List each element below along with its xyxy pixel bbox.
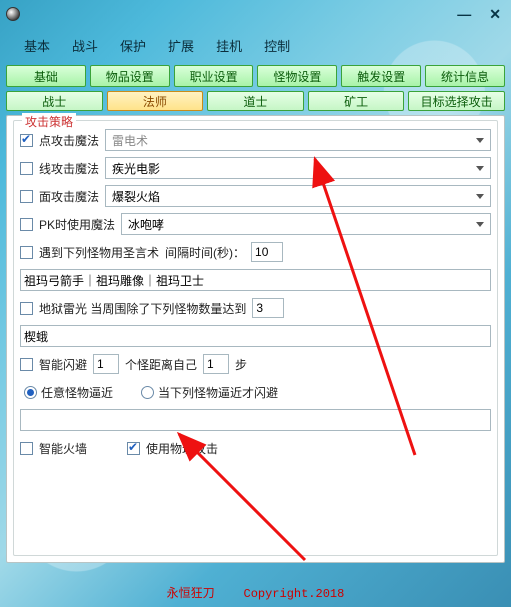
chevron-down-icon [474,162,486,174]
gbtn-trigger[interactable]: 触发设置 [341,65,421,87]
pk-magic-check[interactable] [20,218,33,231]
interval-label: 间隔时间(秒)： [165,244,245,261]
listed-monster-radio[interactable] [141,386,154,399]
gbtn-stats[interactable]: 统计信息 [425,65,505,87]
subtab-target[interactable]: 目标选择攻击 [408,91,505,111]
line-magic-combo[interactable]: 疾光电影 [105,157,491,179]
sub-tabs: 战士 法师 道士 矿工 目标选择攻击 [0,91,511,115]
dodge-mid-label: 个怪距离自己 [125,356,197,373]
chevron-down-icon [474,134,486,146]
holyword-list-input[interactable] [20,269,491,291]
gbtn-base[interactable]: 基础 [6,65,86,87]
point-magic-label: 点攻击魔法 [39,132,99,149]
subtab-warrior[interactable]: 战士 [6,91,103,111]
smart-dodge-label: 智能闪避 [39,356,87,373]
tab-combat[interactable]: 战斗 [68,34,102,57]
close-button[interactable]: ✕ [485,6,505,23]
smart-firewall-check[interactable] [20,442,33,455]
interval-input[interactable] [251,242,283,262]
gbtn-class[interactable]: 职业设置 [174,65,254,87]
tab-idle[interactable]: 挂机 [212,34,246,57]
footer-brand: 永恒狂刀 [167,587,215,601]
gbtn-monster[interactable]: 怪物设置 [257,65,337,87]
area-magic-label: 面攻击魔法 [39,188,99,205]
holyword-check[interactable] [20,246,33,259]
any-monster-radio[interactable] [24,386,37,399]
tab-basic[interactable]: 基本 [20,34,54,57]
dodge-dist-input[interactable] [203,354,229,374]
dodge-suffix-label: 步 [235,356,247,373]
physical-attack-check[interactable] [127,442,140,455]
listed-monster-label: 当下列怪物逼近才闪避 [158,384,278,401]
tab-control[interactable]: 控制 [260,34,294,57]
dodge-list-input[interactable] [20,409,491,431]
minimize-button[interactable]: — [453,6,475,23]
line-magic-label: 线攻击魔法 [39,160,99,177]
subtab-mage[interactable]: 法师 [107,91,204,111]
area-magic-combo[interactable]: 爆裂火焰 [105,185,491,207]
subtab-taoist[interactable]: 道士 [207,91,304,111]
green-buttons: 基础 物品设置 职业设置 怪物设置 触发设置 统计信息 [0,65,511,91]
chevron-down-icon [474,218,486,230]
app-icon [6,7,20,21]
hellthunder-check[interactable] [20,302,33,315]
subtab-miner[interactable]: 矿工 [308,91,405,111]
gbtn-items[interactable]: 物品设置 [90,65,170,87]
line-magic-value: 疾光电影 [112,160,160,177]
physical-attack-label: 使用物理攻击 [146,440,218,457]
pk-magic-value: 冰咆哮 [128,216,164,233]
hellthunder-label: 地狱雷光 当周围除了下列怪物数量达到 [39,300,246,317]
hellthunder-count-input[interactable] [252,298,284,318]
top-tabs: 基本 战斗 保护 扩展 挂机 控制 [0,28,511,65]
pk-magic-label: PK时使用魔法 [39,216,115,233]
tab-protect[interactable]: 保护 [116,34,150,57]
point-magic-value: 雷电术 [112,132,148,149]
hellthunder-list-input[interactable] [20,325,491,347]
tab-extend[interactable]: 扩展 [164,34,198,57]
area-magic-value: 爆裂火焰 [112,188,160,205]
holyword-label: 遇到下列怪物用圣言术 [39,244,159,261]
footer: 永恒狂刀 Copyright.2018 [0,584,511,601]
point-magic-check[interactable] [20,134,33,147]
chevron-down-icon [474,190,486,202]
any-monster-label: 任意怪物逼近 [41,384,113,401]
smart-firewall-label: 智能火墙 [39,440,87,457]
footer-copyright: Copyright.2018 [244,587,345,601]
dodge-count-input[interactable] [93,354,119,374]
pk-magic-combo[interactable]: 冰咆哮 [121,213,491,235]
line-magic-check[interactable] [20,162,33,175]
fieldset-legend: 攻击策略 [22,113,76,130]
area-magic-check[interactable] [20,190,33,203]
point-magic-combo[interactable]: 雷电术 [105,129,491,151]
smart-dodge-check[interactable] [20,358,33,371]
